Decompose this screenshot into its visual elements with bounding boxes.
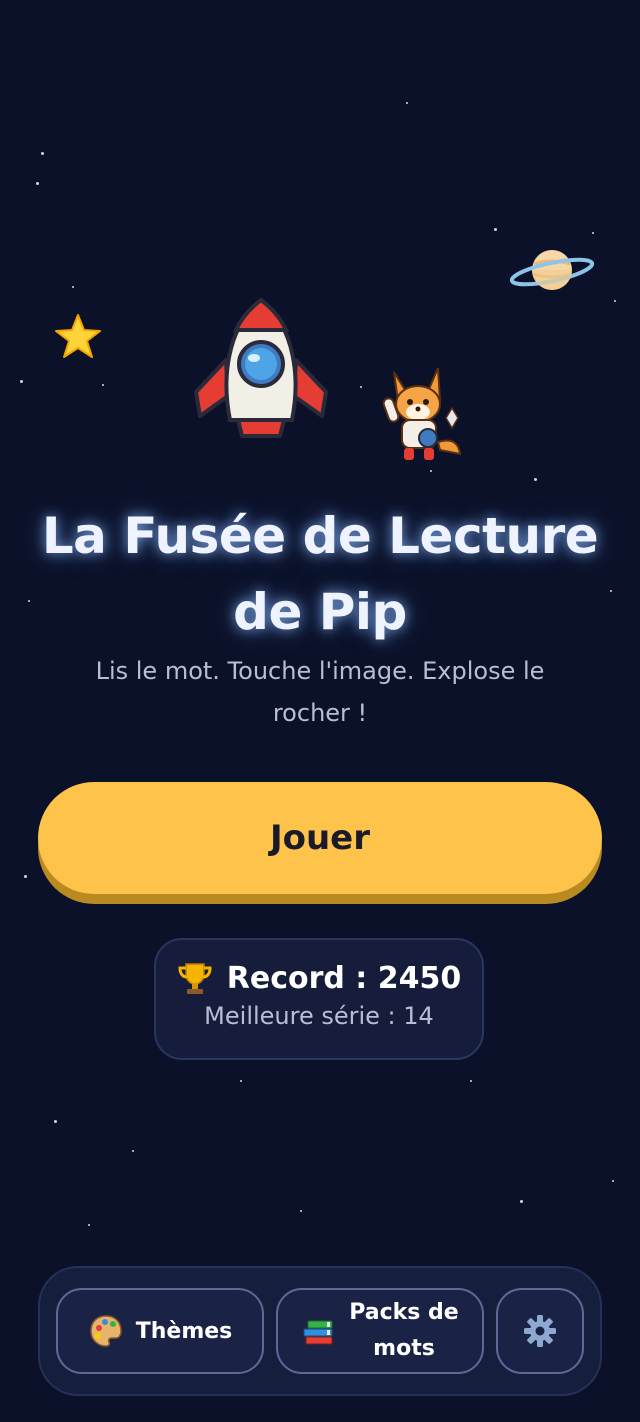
star-icon: [55, 314, 101, 358]
star-dot: [406, 102, 408, 104]
star-dot: [102, 384, 104, 386]
star-dot: [300, 1210, 302, 1212]
star-dot: [614, 300, 616, 302]
star-dot: [240, 1080, 242, 1082]
star-dot: [470, 1080, 472, 1082]
rocket-icon: [194, 297, 328, 438]
star-dot: [520, 1200, 523, 1203]
books-icon: [303, 1320, 333, 1345]
star-dot: [41, 152, 44, 155]
star-dot: [20, 380, 23, 383]
star-dot: [592, 232, 594, 234]
themes-button[interactable]: Thèmes: [56, 1288, 264, 1374]
palette-icon: [89, 1315, 122, 1347]
planet-icon: [509, 250, 595, 290]
word-packs-button[interactable]: Packs de mots: [276, 1288, 484, 1374]
best-streak: Meilleure série : 14: [204, 1002, 434, 1030]
star-dot: [494, 228, 497, 231]
themes-label: Thèmes: [135, 1318, 233, 1344]
app-subtitle: Lis le mot. Touche l'image. Explose le r…: [95, 657, 545, 727]
star-dot: [534, 478, 537, 481]
star-dot: [612, 1180, 614, 1182]
star-dot: [430, 470, 432, 472]
star-dot: [36, 182, 39, 185]
trophy-icon: [178, 963, 212, 994]
app-title: La Fusée de Lecture de Pip: [41, 507, 599, 641]
play-button-label: Jouer: [269, 818, 371, 858]
star-dot: [72, 286, 74, 288]
gear-icon: [524, 1315, 556, 1347]
star-dot: [54, 1120, 57, 1123]
star-dot: [88, 1224, 90, 1226]
settings-button[interactable]: [496, 1288, 584, 1374]
fox-astronaut-icon: [382, 367, 462, 460]
star-dot: [360, 386, 362, 388]
star-dot: [24, 875, 27, 878]
play-button[interactable]: Jouer: [38, 782, 602, 894]
word-packs-label: Packs de mots: [349, 1300, 459, 1361]
star-dot: [132, 1150, 134, 1152]
record-card: Record : 2450 Meilleure série : 14: [154, 938, 484, 1060]
record-score: Record : 2450: [226, 960, 462, 996]
